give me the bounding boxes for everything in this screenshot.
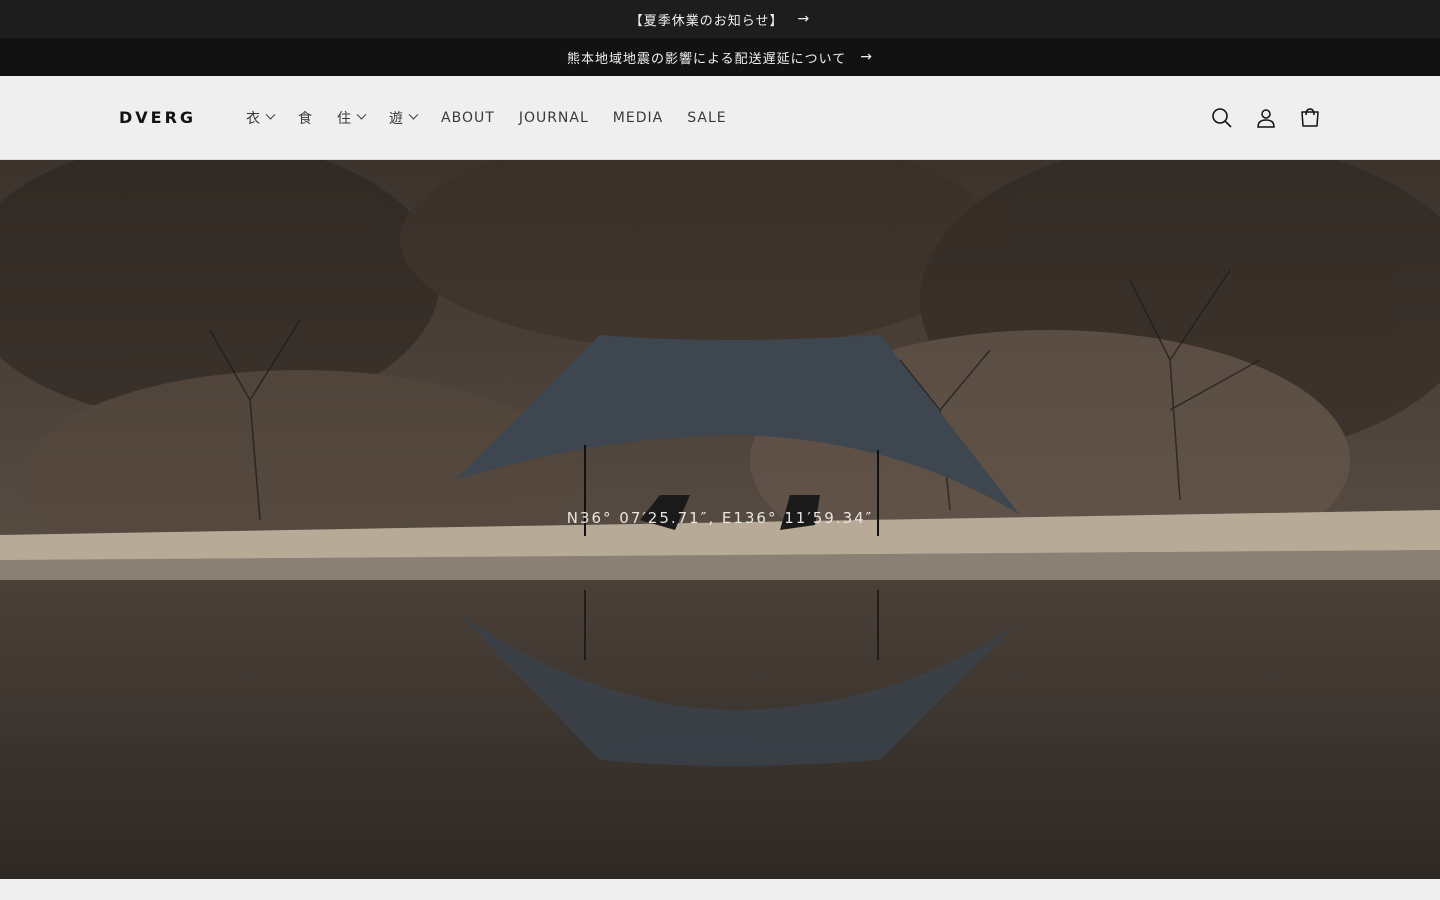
main-nav: 衣 食 住 遊 ABOUT JOURNAL MEDIA SALE bbox=[234, 98, 739, 138]
nav-item-journal[interactable]: JOURNAL bbox=[507, 98, 601, 138]
nav-label: JOURNAL bbox=[518, 109, 589, 126]
nav-label: 遊 bbox=[389, 110, 405, 127]
nav-item-clothing[interactable]: 衣 bbox=[234, 98, 286, 138]
page-bottom-strip bbox=[0, 879, 1440, 899]
nav-item-about[interactable]: ABOUT bbox=[429, 98, 507, 138]
arrow-right-icon: → bbox=[797, 11, 811, 27]
announcement-bar-1[interactable]: 【夏季休業のお知らせ】 → bbox=[0, 0, 1440, 38]
nav-label: 食 bbox=[298, 110, 314, 127]
announcement-text: 【夏季休業のお知らせ】 bbox=[629, 13, 784, 29]
nav-label: MEDIA bbox=[612, 109, 664, 126]
header-icons bbox=[1210, 106, 1322, 130]
nav-label: 住 bbox=[337, 110, 353, 127]
arrow-right-icon: → bbox=[860, 49, 873, 65]
nav-item-food[interactable]: 食 bbox=[286, 98, 325, 138]
nav-item-play[interactable]: 遊 bbox=[377, 98, 429, 138]
announcement-text: 熊本地域地震の影響による配送遅延について bbox=[567, 51, 847, 67]
logo[interactable]: DVERG bbox=[119, 108, 196, 127]
cart-icon[interactable] bbox=[1298, 106, 1322, 130]
site-header: DVERG 衣 食 住 遊 ABOUT JOURNAL MEDIA SALE bbox=[0, 76, 1440, 160]
chevron-down-icon bbox=[408, 109, 419, 120]
nav-label: SALE bbox=[687, 109, 727, 126]
search-icon[interactable] bbox=[1210, 106, 1234, 130]
announcement-bar-2[interactable]: 熊本地域地震の影響による配送遅延について → bbox=[0, 38, 1440, 76]
nav-item-sale[interactable]: SALE bbox=[675, 98, 738, 138]
nav-label: ABOUT bbox=[441, 109, 495, 126]
account-icon[interactable] bbox=[1254, 106, 1278, 130]
nav-label: 衣 bbox=[246, 110, 262, 127]
nav-item-media[interactable]: MEDIA bbox=[601, 98, 675, 138]
hero-banner[interactable]: N36° 07′25.71″, E136° 11′59.34″ bbox=[0, 160, 1440, 879]
chevron-down-icon bbox=[265, 109, 276, 120]
nav-item-living[interactable]: 住 bbox=[325, 98, 377, 138]
chevron-down-icon bbox=[356, 109, 367, 120]
hero-caption: N36° 07′25.71″, E136° 11′59.34″ bbox=[566, 509, 874, 527]
